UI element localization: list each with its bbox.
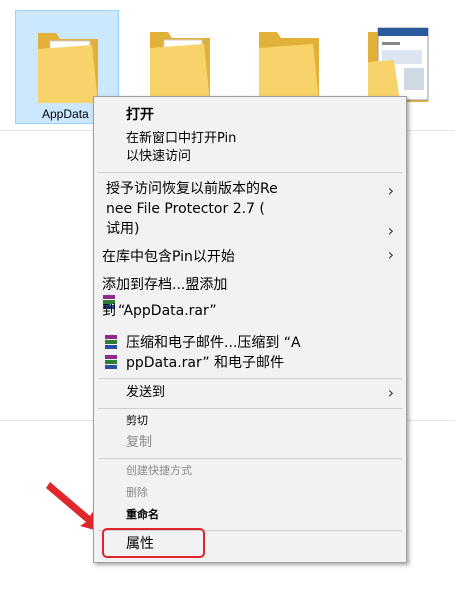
folder-icon	[150, 32, 210, 102]
winrar-icon	[105, 335, 117, 349]
menu-separator	[98, 172, 402, 173]
chevron-right-icon: ›	[387, 221, 394, 240]
chevron-right-icon: ›	[387, 245, 394, 264]
menu-item-send-to[interactable]: 发送到 ›	[94, 383, 406, 405]
menu-item-cut[interactable]: 剪切	[94, 411, 406, 431]
menu-item-grant-access[interactable]: 授予访问恢复以前版本的Re nee File Protector 2.7 ( 试…	[94, 179, 406, 241]
highlight-box	[102, 528, 205, 558]
chevron-right-icon: ›	[387, 181, 394, 200]
menu-item-include-in-library[interactable]: 在库中包含Pin以开始 ›	[94, 247, 406, 269]
menu-item-open-new-window[interactable]: 在新窗口中打开Pin 以快速访问	[94, 129, 406, 169]
menu-separator	[98, 458, 402, 459]
winrar-icon	[105, 355, 117, 369]
menu-item-copy[interactable]: 复制	[94, 433, 406, 455]
menu-item-add-to-archive[interactable]: 添加到存档...盟添加	[94, 275, 406, 297]
menu-item-rename[interactable]: 重命名	[94, 505, 406, 525]
menu-separator	[98, 378, 402, 379]
menu-item-create-shortcut[interactable]: 创建快捷方式	[94, 461, 406, 481]
chevron-right-icon: ›	[387, 383, 394, 402]
folder-icon	[38, 33, 98, 103]
menu-item-open[interactable]: 打开	[94, 105, 406, 127]
context-menu: 打开 在新窗口中打开Pin 以快速访问 授予访问恢复以前版本的Re nee Fi…	[93, 96, 407, 563]
menu-item-delete[interactable]: 删除	[94, 483, 406, 503]
menu-item-add-to-rar[interactable]: 到 “AppData.rar”	[94, 295, 406, 323]
folder-icon	[259, 32, 319, 102]
menu-separator	[98, 408, 402, 409]
folder-icon	[368, 27, 429, 102]
menu-item-compress-email[interactable]: 压缩和电子邮件...压缩到 “A ppData.rar” 和电子邮件	[94, 333, 406, 375]
desktop: AppData 打开 在新窗口中打开Pin 以快速访问 授予访问恢复以前版本的R…	[0, 0, 455, 592]
